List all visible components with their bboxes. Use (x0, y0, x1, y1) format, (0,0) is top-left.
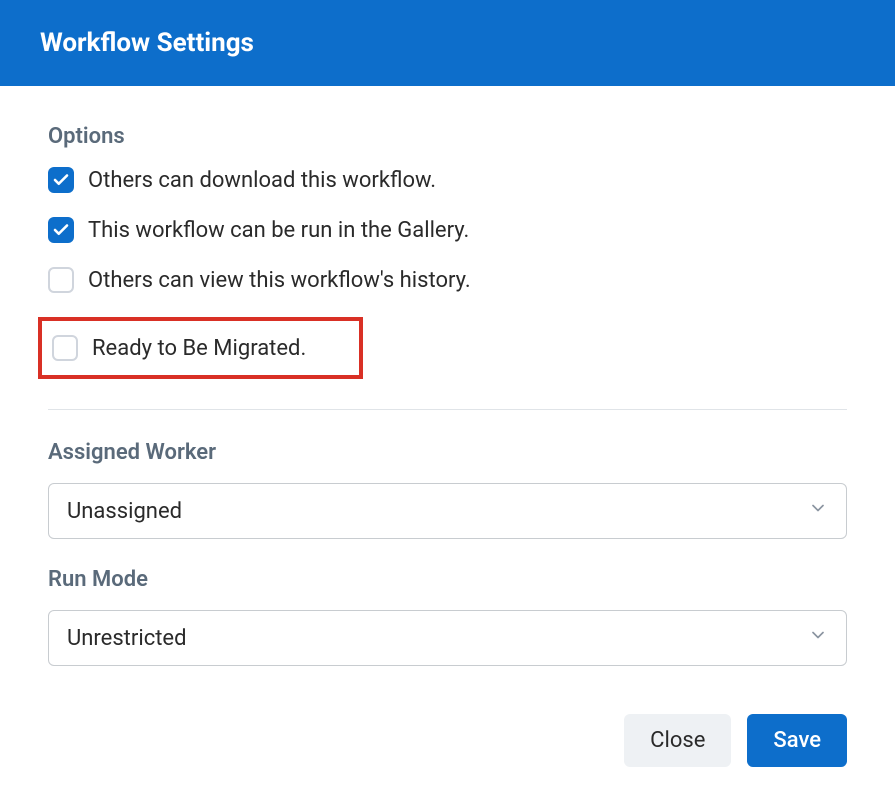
close-button[interactable]: Close (624, 714, 731, 767)
option-view-history: Others can view this workflow's history. (48, 267, 847, 293)
checkbox-run-gallery[interactable] (48, 217, 74, 243)
options-list: Others can download this workflow. This … (48, 167, 847, 379)
checkbox-ready-migrate[interactable] (52, 335, 78, 361)
option-ready-migrate-label: Ready to Be Migrated. (92, 336, 306, 361)
assigned-worker-select-wrapper: Unassigned (48, 483, 847, 539)
run-mode-field: Run Mode Unrestricted (48, 567, 847, 666)
dialog-footer: Close Save (48, 694, 847, 767)
run-mode-select-wrapper: Unrestricted (48, 610, 847, 666)
workflow-settings-dialog: Workflow Settings Options Others can dow… (0, 0, 895, 797)
option-ready-migrate: Ready to Be Migrated. (52, 335, 353, 361)
dialog-header: Workflow Settings (0, 0, 895, 86)
run-mode-select[interactable]: Unrestricted (48, 610, 847, 666)
run-mode-value: Unrestricted (67, 626, 186, 651)
dialog-title: Workflow Settings (40, 28, 855, 58)
checkbox-view-history[interactable] (48, 267, 74, 293)
highlight-box: Ready to Be Migrated. (38, 317, 363, 379)
assigned-worker-field: Assigned Worker Unassigned (48, 440, 847, 539)
option-view-history-label: Others can view this workflow's history. (88, 268, 471, 293)
run-mode-label: Run Mode (48, 567, 847, 592)
assigned-worker-select[interactable]: Unassigned (48, 483, 847, 539)
chevron-down-icon (808, 498, 828, 524)
assigned-worker-value: Unassigned (67, 499, 182, 524)
checkmark-icon (52, 221, 70, 239)
dialog-body: Options Others can download this workflo… (0, 86, 895, 797)
option-run-gallery-label: This workflow can be run in the Gallery. (88, 218, 469, 243)
options-section-label: Options (48, 124, 847, 149)
save-button[interactable]: Save (747, 714, 847, 767)
option-download: Others can download this workflow. (48, 167, 847, 193)
assigned-worker-label: Assigned Worker (48, 440, 847, 465)
option-run-gallery: This workflow can be run in the Gallery. (48, 217, 847, 243)
checkmark-icon (52, 171, 70, 189)
checkbox-download[interactable] (48, 167, 74, 193)
option-download-label: Others can download this workflow. (88, 168, 436, 193)
section-divider (48, 409, 847, 410)
chevron-down-icon (808, 625, 828, 651)
